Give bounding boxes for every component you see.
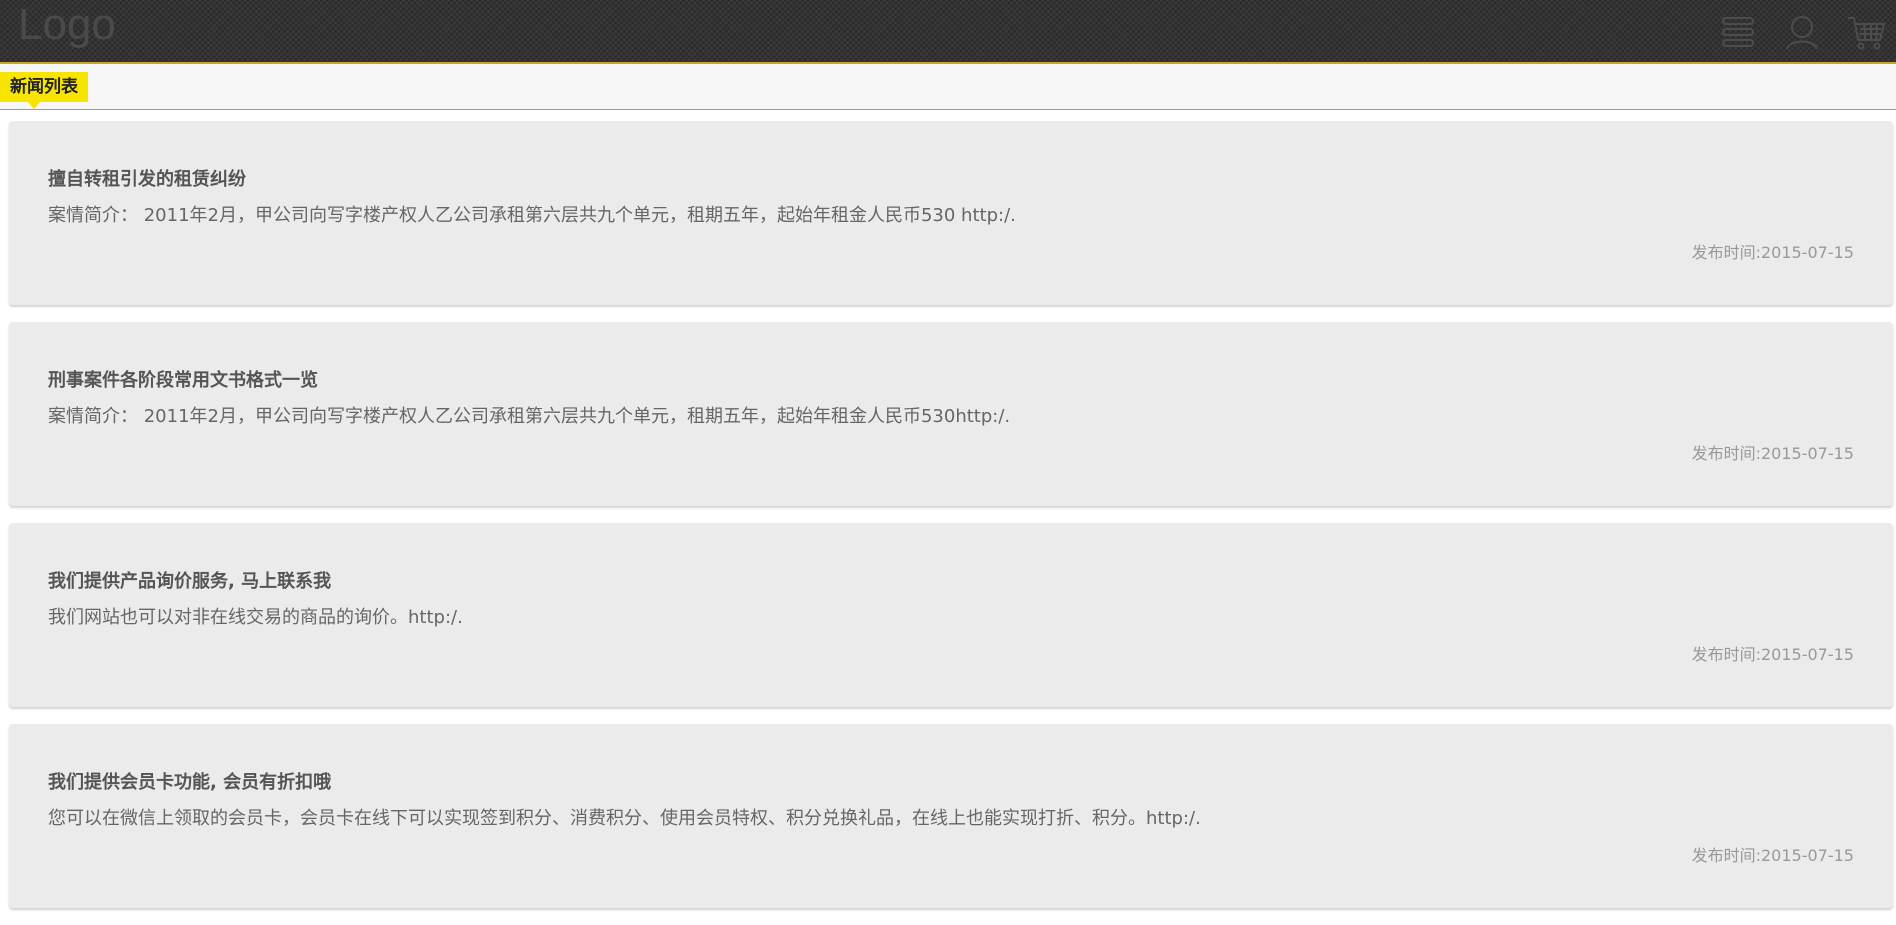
section-header-bar: 新闻列表 [0, 64, 1896, 110]
news-list: 擅自转租引发的租赁纠纷 案情简介： 2011年2月，甲公司向写字楼产权人乙公司承… [9, 121, 1893, 925]
news-item[interactable]: 我们提供产品询价服务, 马上联系我 我们网站也可以对非在线交易的商品的询价。ht… [9, 523, 1893, 707]
news-summary: 我们网站也可以对非在线交易的商品的询价。http:/. [48, 607, 463, 628]
user-icon[interactable] [1782, 12, 1822, 52]
news-title[interactable]: 我们提供产品询价服务, 马上联系我 [48, 567, 331, 593]
news-date: 发布时间:2015-07-15 [1691, 645, 1854, 664]
news-summary: 案情简介： 2011年2月，甲公司向写字楼产权人乙公司承租第六层共九个单元，租期… [48, 205, 1016, 226]
cart-icon[interactable] [1846, 12, 1886, 52]
news-title[interactable]: 我们提供会员卡功能, 会员有折扣哦 [48, 768, 331, 794]
news-summary: 案情简介： 2011年2月，甲公司向写字楼产权人乙公司承租第六层共九个单元，租期… [48, 406, 1011, 427]
news-date: 发布时间:2015-07-15 [1691, 846, 1854, 865]
top-navigation-bar: Logo [0, 0, 1896, 64]
news-title[interactable]: 擅自转租引发的租赁纠纷 [48, 165, 246, 191]
news-item[interactable]: 擅自转租引发的租赁纠纷 案情简介： 2011年2月，甲公司向写字楼产权人乙公司承… [9, 121, 1893, 305]
news-title[interactable]: 刑事案件各阶段常用文书格式一览 [48, 366, 318, 392]
news-item[interactable]: 刑事案件各阶段常用文书格式一览 案情简介： 2011年2月，甲公司向写字楼产权人… [9, 322, 1893, 506]
news-summary: 您可以在微信上领取的会员卡，会员卡在线下可以实现签到积分、消费积分、使用会员特权… [48, 808, 1201, 829]
section-title: 新闻列表 [0, 72, 88, 102]
logo[interactable]: Logo [18, 2, 116, 48]
news-date: 发布时间:2015-07-15 [1691, 444, 1854, 463]
news-date: 发布时间:2015-07-15 [1691, 243, 1854, 262]
section-tag-pointer [28, 102, 40, 109]
list-icon[interactable] [1718, 12, 1758, 52]
news-item[interactable]: 我们提供会员卡功能, 会员有折扣哦 您可以在微信上领取的会员卡，会员卡在线下可以… [9, 724, 1893, 908]
